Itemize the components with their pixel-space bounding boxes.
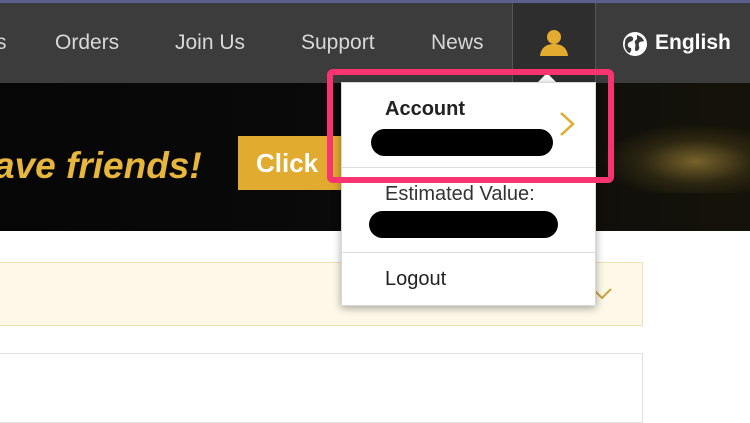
banner-sparkle-decoration [600, 123, 750, 193]
nav-item-partial[interactable]: s [0, 3, 7, 83]
language-label: English [655, 31, 731, 54]
redacted-estimated-value [369, 211, 558, 238]
estimated-value-label: Estimated Value: [385, 183, 535, 205]
nav-item-join-us[interactable]: Join Us [175, 3, 245, 83]
highlight-box [327, 69, 614, 183]
globe-icon [623, 32, 647, 56]
logout-button[interactable]: Logout [385, 268, 446, 291]
content-panel [0, 353, 643, 423]
banner-tagline: ave friends! [0, 145, 202, 186]
nav-item-orders[interactable]: Orders [55, 3, 119, 83]
user-icon [540, 30, 568, 56]
